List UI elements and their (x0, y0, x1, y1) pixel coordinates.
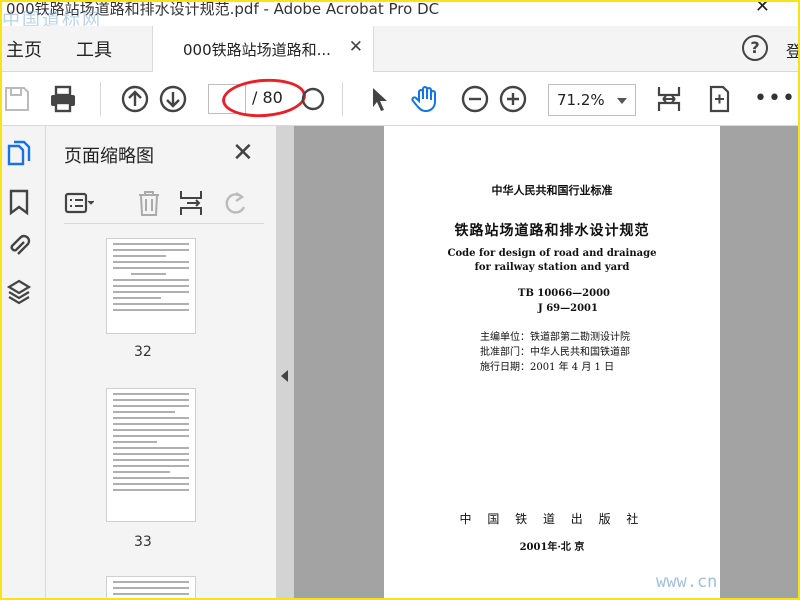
chevron-down-icon (617, 98, 627, 104)
menu-tools[interactable]: 工具 (76, 36, 112, 62)
document-tab[interactable]: 000铁路站场道路和... ✕ (152, 26, 374, 72)
doc-publication-info: 2001年·北 京 (519, 542, 585, 553)
thumbnail-page-label: 33 (134, 534, 152, 550)
doc-title-en-2: for railway station and yard (474, 262, 630, 273)
pdf-page: 中华人民共和国行业标准 铁路站场道路和排水设计规范 Code for desig… (384, 126, 720, 598)
doc-publisher: 中 国 铁 道 出 版 社 (459, 512, 645, 526)
doc-header: 中华人民共和国行业标准 (491, 184, 613, 197)
document-view: 中华人民共和国行业标准 铁路站场道路和排水设计规范 Code for desig… (276, 126, 798, 598)
menu-home[interactable]: 主页 (6, 36, 42, 62)
panel-close-icon[interactable]: ✕ (232, 138, 254, 168)
document-tab-label: 000铁路站场道路和... (183, 41, 331, 59)
doc-title-en-1: Code for design of road and drainage (447, 248, 657, 259)
window-close-button[interactable]: ✕ (755, 2, 770, 17)
toolbar-separator (342, 82, 343, 116)
doc-code-1: TB 10066—2000 (518, 288, 610, 299)
doc-code-2: J 69—2001 (538, 303, 598, 314)
left-navigation-rail (2, 126, 46, 598)
hand-tool-icon[interactable] (410, 84, 440, 114)
save-icon[interactable] (2, 84, 32, 114)
zoom-out-partial-icon[interactable] (298, 84, 328, 114)
zoom-level-value: 71.2% (557, 91, 605, 109)
help-button[interactable]: ? (742, 35, 768, 61)
thumbnail-page-33[interactable] (106, 388, 196, 522)
zoom-level-select[interactable]: 71.2% (548, 84, 636, 116)
fit-page-icon[interactable] (654, 84, 684, 114)
thumbnail-page-34[interactable] (106, 576, 196, 598)
rotate-page-icon[interactable] (220, 188, 250, 218)
zoom-in-icon[interactable] (498, 84, 528, 114)
doc-approver: 批准部门：中华人民共和国铁道部 (480, 347, 630, 358)
print-icon[interactable] (48, 84, 78, 114)
doc-editor: 主编单位：铁道部第二勘测设计院 (480, 332, 630, 343)
delete-page-icon[interactable] (134, 188, 164, 218)
next-page-icon[interactable] (158, 84, 188, 114)
thumbnail-page-32[interactable] (106, 238, 196, 334)
doc-effective-date: 施行日期：2001 年 4 月 1 日 (480, 362, 615, 373)
doc-title-cn: 铁路站场道路和排水设计规范 (454, 223, 650, 239)
page-thumbnails-icon[interactable] (6, 140, 32, 168)
sign-in-link[interactable]: 登 (786, 38, 798, 62)
watermark-bottom: www.cn (656, 572, 718, 592)
select-cursor-icon[interactable] (364, 84, 394, 114)
tab-close-icon[interactable]: ✕ (349, 37, 363, 57)
page-thumbnails-panel: 页面缩略图 ✕ 32 33 (46, 126, 314, 598)
app-window: 000铁路站场道路和排水设计规范.pdf - Adobe Acrobat Pro… (0, 0, 800, 600)
bookmark-icon[interactable] (6, 188, 32, 216)
zoom-out-icon[interactable] (460, 84, 490, 114)
collapse-arrow-icon (281, 370, 288, 382)
insert-page-icon[interactable] (176, 188, 206, 218)
panel-toolbar (64, 184, 264, 224)
highlight-annotation (220, 76, 308, 120)
previous-page-icon[interactable] (120, 84, 150, 114)
layers-icon[interactable] (6, 278, 32, 306)
toolbar-separator (100, 82, 101, 116)
full-screen-icon[interactable] (704, 84, 734, 114)
thumbnail-page-label: 32 (134, 344, 152, 360)
title-bar: 000铁路站场道路和排水设计规范.pdf - Adobe Acrobat Pro… (2, 2, 798, 31)
panel-collapse-strip[interactable] (276, 126, 294, 598)
tab-row: 主页 工具 000铁路站场道路和... ✕ ? 登 (2, 26, 798, 72)
thumbnail-list: 32 33 (64, 238, 286, 598)
attachment-icon[interactable] (6, 232, 32, 260)
panel-title: 页面缩略图 (64, 146, 154, 167)
more-tools-icon[interactable]: ••• (754, 86, 796, 111)
thumbnail-options-icon[interactable] (64, 188, 95, 218)
main-toolbar: / 80 71.2% ••• (2, 72, 798, 126)
